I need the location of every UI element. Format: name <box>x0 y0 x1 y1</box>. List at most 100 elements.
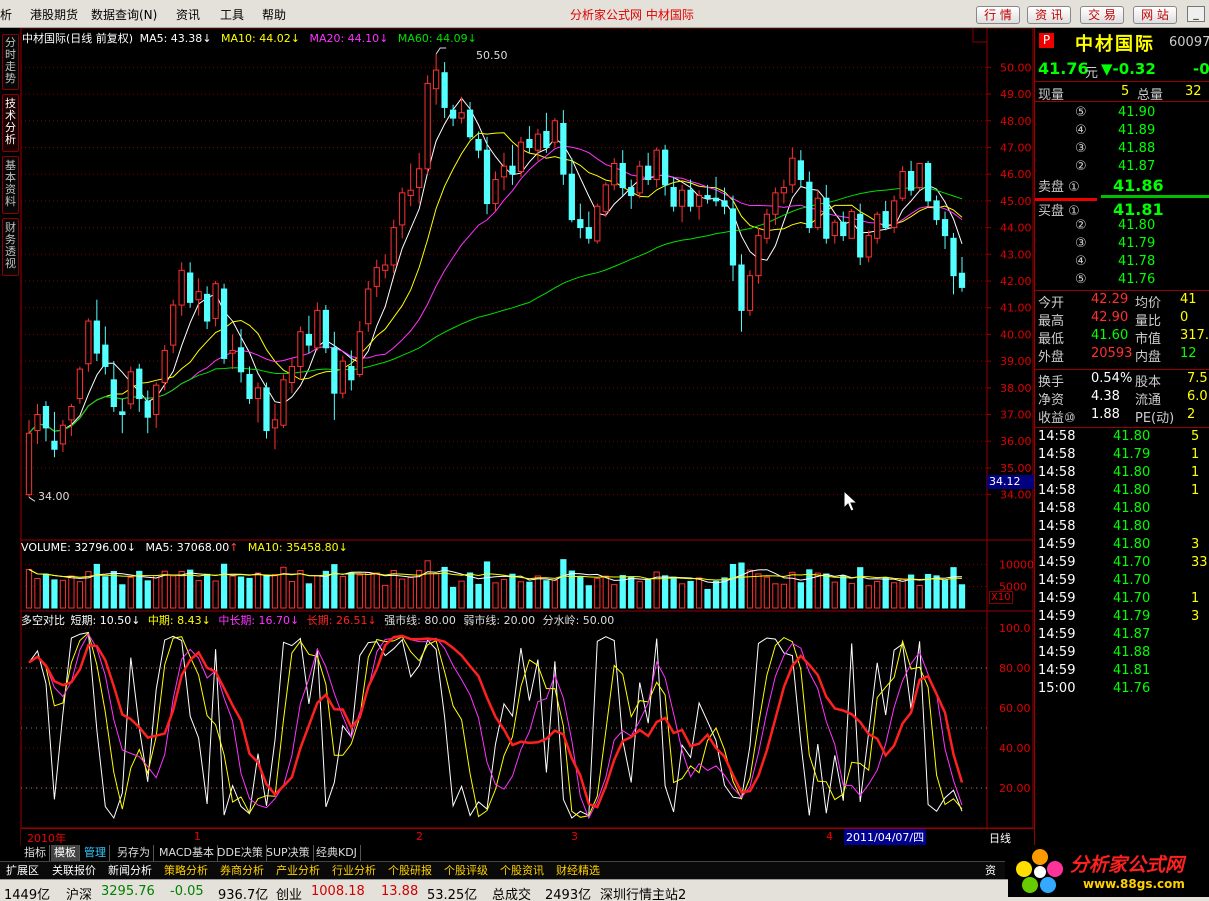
volume-bar <box>874 580 881 609</box>
chart-canvas[interactable]: 50.00 49.00 48.00 47.00 46.00 45.00 44.00 43.00… <box>21 28 1034 846</box>
info-button[interactable]: 资 讯 <box>1027 6 1071 24</box>
tab-macd[interactable]: MACD基本 <box>156 845 218 861</box>
tab-save-as[interactable]: 另存为 <box>114 845 154 861</box>
status-total-value: 2493亿 <box>545 888 592 901</box>
menu-item-news[interactable]: 资讯 <box>176 6 200 23</box>
tab-manage[interactable]: 管理 <box>81 845 110 861</box>
candle-body <box>678 189 686 207</box>
status-index-value: 3295.76 <box>101 884 155 899</box>
menu-item-tools[interactable]: 工具 <box>220 6 244 23</box>
tick-price: 41.80 <box>1113 429 1151 444</box>
menu-item-analysis[interactable]: 析 <box>0 6 12 23</box>
tick-price: 41.80 <box>1113 483 1151 498</box>
tab-basic-info[interactable]: 基本资料 <box>2 156 19 214</box>
candle-body <box>305 333 313 346</box>
candle-body <box>653 149 660 181</box>
menu-item-hk-futures[interactable]: 港股期货 <box>30 6 78 23</box>
tick-price: 41.79 <box>1113 609 1151 624</box>
tab-research[interactable]: 个股研报 <box>386 863 434 879</box>
tab-broker[interactable]: 券商分析 <box>218 863 266 879</box>
stat-value: 41.60 <box>1091 328 1129 343</box>
chart-area[interactable]: 50.00 49.00 48.00 47.00 46.00 45.00 44.00 43.00… <box>21 28 1034 846</box>
volume-bar <box>399 578 406 609</box>
volume-bar <box>585 585 592 609</box>
tick-time: 14:58 <box>1038 465 1076 480</box>
candle-body <box>127 371 134 405</box>
candle-body <box>187 272 194 303</box>
indicator-tick-label: 40.00 <box>999 742 1031 755</box>
candle-body <box>416 168 423 189</box>
ma5-label: MA5: 43.38 <box>139 32 203 45</box>
volume-bar <box>840 575 847 609</box>
tick-price: 41.70 <box>1113 573 1151 588</box>
date-month-1: 1 <box>194 830 201 843</box>
menu-item-data-query[interactable]: 数据查询(N) <box>91 6 157 23</box>
tick-volume: 3 <box>1191 609 1200 624</box>
tab-strategy[interactable]: 策略分析 <box>162 863 210 879</box>
tab-template[interactable]: 模板 <box>51 845 80 861</box>
tab-related-quotes[interactable]: 关联报价 <box>50 863 98 879</box>
tick-time: 14:59 <box>1038 537 1076 552</box>
candle-body <box>645 165 652 181</box>
sell-level-price: 41.86 <box>1113 176 1164 195</box>
volume-bar <box>254 572 262 609</box>
tab-extension[interactable]: 扩展区 <box>4 863 41 879</box>
candle-body <box>466 109 474 138</box>
menu-item-help[interactable]: 帮助 <box>262 6 286 23</box>
candle-body <box>543 130 550 148</box>
candle-body <box>407 189 414 197</box>
tab-sup[interactable]: SUP决策 <box>263 845 314 861</box>
tick-price: 41.80 <box>1113 501 1151 516</box>
minimize-button[interactable]: _ <box>1187 6 1205 22</box>
volume-bar <box>509 573 516 609</box>
tab-news-analysis[interactable]: 新闻分析 <box>106 863 154 879</box>
candle-body <box>865 235 872 258</box>
volume-bar <box>271 573 279 609</box>
candle-body <box>203 293 211 322</box>
quotes-button[interactable]: 行 情 <box>976 6 1020 24</box>
volume-bar <box>458 580 465 609</box>
website-button[interactable]: 网 站 <box>1133 6 1177 24</box>
volume-bar <box>789 571 796 609</box>
indicator-tick-label: 20.00 <box>999 782 1031 795</box>
candle-body <box>509 165 516 175</box>
tab-sector[interactable]: 行业分析 <box>330 863 378 879</box>
tab-finance-picks[interactable]: 财经精选 <box>554 863 602 879</box>
candle-body <box>42 406 50 429</box>
volume-bar <box>51 579 58 609</box>
volume-bar <box>678 583 686 609</box>
sell-level-label: ③ <box>1075 141 1087 156</box>
candle-body <box>170 304 177 346</box>
volume-bar <box>127 577 134 609</box>
tab-technical-analysis[interactable]: 技术分析 <box>2 94 19 152</box>
high-price-marker: 50.50 <box>476 49 508 62</box>
tick-time: 14:59 <box>1038 645 1076 660</box>
tab-rating[interactable]: 个股评级 <box>442 863 490 879</box>
candle-body <box>950 237 957 277</box>
stock-code-badge: P <box>1039 33 1054 48</box>
tab-industry-chain[interactable]: 产业分析 <box>274 863 322 879</box>
tab-intraday[interactable]: 分时走势 <box>2 34 19 90</box>
fund-value: 6.0 <box>1187 389 1208 404</box>
tab-financials[interactable]: 财务透视 <box>2 218 19 276</box>
indicator-mid: 中期: 8.43 <box>147 614 202 627</box>
tab-kdj[interactable]: 经典KDJ <box>313 845 361 861</box>
tab-info[interactable]: 资讯 <box>983 863 1005 892</box>
volume-bar <box>407 577 414 609</box>
trade-button[interactable]: 交 易 <box>1080 6 1124 24</box>
ma10-arrow-icon: ↓ <box>290 32 300 45</box>
volume-bar <box>823 573 830 609</box>
low-marker-line <box>28 496 36 502</box>
ma60-arrow-icon: ↓ <box>467 32 477 45</box>
tab-stock-news[interactable]: 个股资讯 <box>498 863 546 879</box>
sell-level-price: 41.89 <box>1118 123 1156 138</box>
tab-dde[interactable]: DDE决策 <box>214 845 267 861</box>
volume-bar <box>170 575 177 609</box>
tick-price: 41.80 <box>1113 465 1151 480</box>
volume-bar <box>34 578 41 609</box>
tick-time: 14:58 <box>1038 447 1076 462</box>
volume-bar <box>551 579 559 609</box>
candle-body <box>441 72 448 108</box>
period-label[interactable]: 日线 <box>989 830 1011 846</box>
tab-indicator[interactable]: 指标 <box>21 845 50 861</box>
